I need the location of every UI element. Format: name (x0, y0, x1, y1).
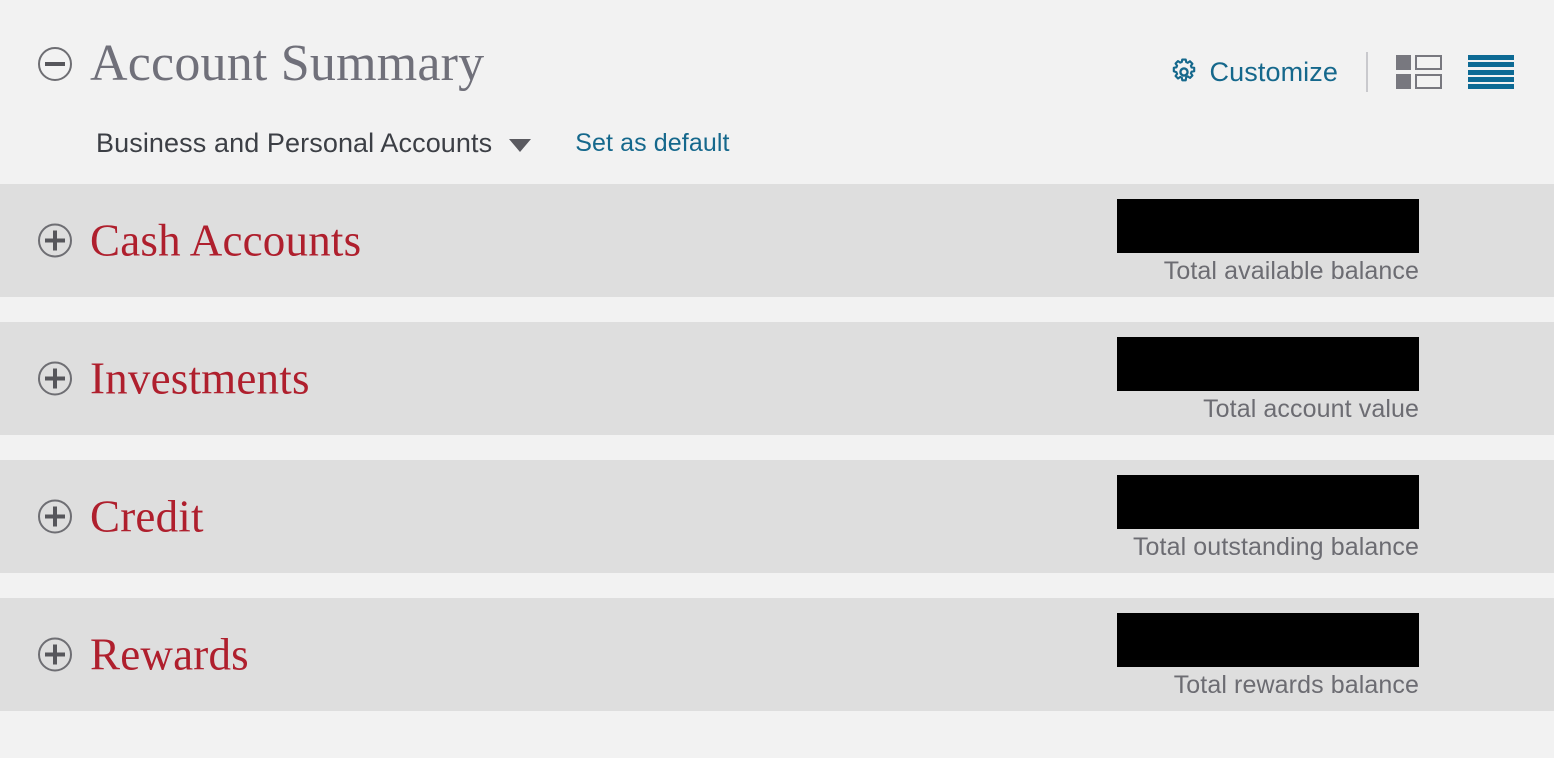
section-amount-block: Total account value (1117, 337, 1554, 424)
section-header: Rewards (38, 632, 249, 677)
plus-circle-icon[interactable] (38, 361, 72, 396)
redacted-amount (1117, 613, 1419, 667)
card-view-rect (1415, 74, 1442, 89)
account-sections: Cash Accounts Total available balance In… (0, 184, 1554, 711)
list-view-bar (1468, 84, 1514, 89)
plus-bar-vertical (53, 368, 57, 389)
section-title[interactable]: Rewards (90, 632, 249, 677)
plus-bar-vertical (53, 230, 57, 251)
redacted-amount (1117, 199, 1419, 253)
section-row-credit[interactable]: Credit Total outstanding balance (0, 460, 1554, 573)
card-view-square (1396, 74, 1411, 89)
section-amount-block: Total outstanding balance (1117, 475, 1554, 562)
balance-label-wrap: Total available balance (1117, 253, 1419, 286)
card-view-rect (1415, 55, 1442, 70)
customize-label: Customize (1209, 56, 1338, 87)
plus-bar-vertical (53, 644, 57, 665)
section-amount-block: Total rewards balance (1117, 613, 1554, 700)
page-header: Account Summary Business and Personal Ac… (0, 0, 1554, 184)
balance-label: Total rewards balance (1173, 671, 1419, 699)
list-view-bar (1468, 55, 1514, 60)
title-row: Account Summary (38, 38, 484, 90)
balance-label-wrap: Total rewards balance (1117, 667, 1419, 700)
balance-label-wrap: Total account value (1117, 391, 1419, 424)
card-view-square (1396, 55, 1411, 70)
balance-label: Total account value (1203, 395, 1419, 423)
card-view-row (1396, 74, 1442, 89)
minus-circle-icon[interactable] (38, 47, 72, 81)
plus-circle-icon[interactable] (38, 223, 72, 258)
card-view-row (1396, 55, 1442, 70)
redacted-amount (1117, 475, 1419, 529)
account-filter-row: Business and Personal Accounts Set as de… (96, 128, 730, 159)
list-view-bar (1468, 76, 1514, 82)
header-actions: Customize (1169, 50, 1514, 94)
section-row-rewards[interactable]: Rewards Total rewards balance (0, 598, 1554, 711)
page-title: Account Summary (90, 35, 485, 92)
plus-circle-icon[interactable] (38, 637, 72, 672)
minus-bar (45, 62, 65, 66)
section-title[interactable]: Investments (90, 356, 310, 401)
balance-label: Total available balance (1163, 257, 1419, 285)
list-view-bar (1468, 69, 1514, 75)
customize-button[interactable]: Customize (1169, 57, 1338, 88)
section-row-investments[interactable]: Investments Total account value (0, 322, 1554, 435)
gear-icon (1169, 57, 1199, 87)
redacted-amount (1117, 337, 1419, 391)
chevron-down-icon[interactable] (509, 139, 532, 152)
list-view-icon[interactable] (1468, 55, 1514, 89)
section-header: Cash Accounts (38, 218, 361, 263)
card-view-icon[interactable] (1396, 55, 1442, 89)
set-as-default-link[interactable]: Set as default (575, 129, 729, 158)
account-summary-page: Account Summary Business and Personal Ac… (0, 0, 1554, 758)
section-title[interactable]: Cash Accounts (90, 218, 361, 263)
section-row-cash-accounts[interactable]: Cash Accounts Total available balance (0, 184, 1554, 297)
balance-label: Total outstanding balance (1132, 533, 1419, 561)
plus-bar-vertical (53, 506, 57, 527)
list-view-bar (1468, 62, 1514, 68)
account-filter-value[interactable]: Business and Personal Accounts (96, 128, 492, 159)
plus-circle-icon[interactable] (38, 499, 72, 534)
section-header: Credit (38, 494, 204, 539)
header-divider (1366, 52, 1368, 92)
section-amount-block: Total available balance (1117, 199, 1554, 286)
balance-label-wrap: Total outstanding balance (1117, 529, 1419, 562)
section-header: Investments (38, 356, 310, 401)
section-title[interactable]: Credit (90, 494, 204, 539)
